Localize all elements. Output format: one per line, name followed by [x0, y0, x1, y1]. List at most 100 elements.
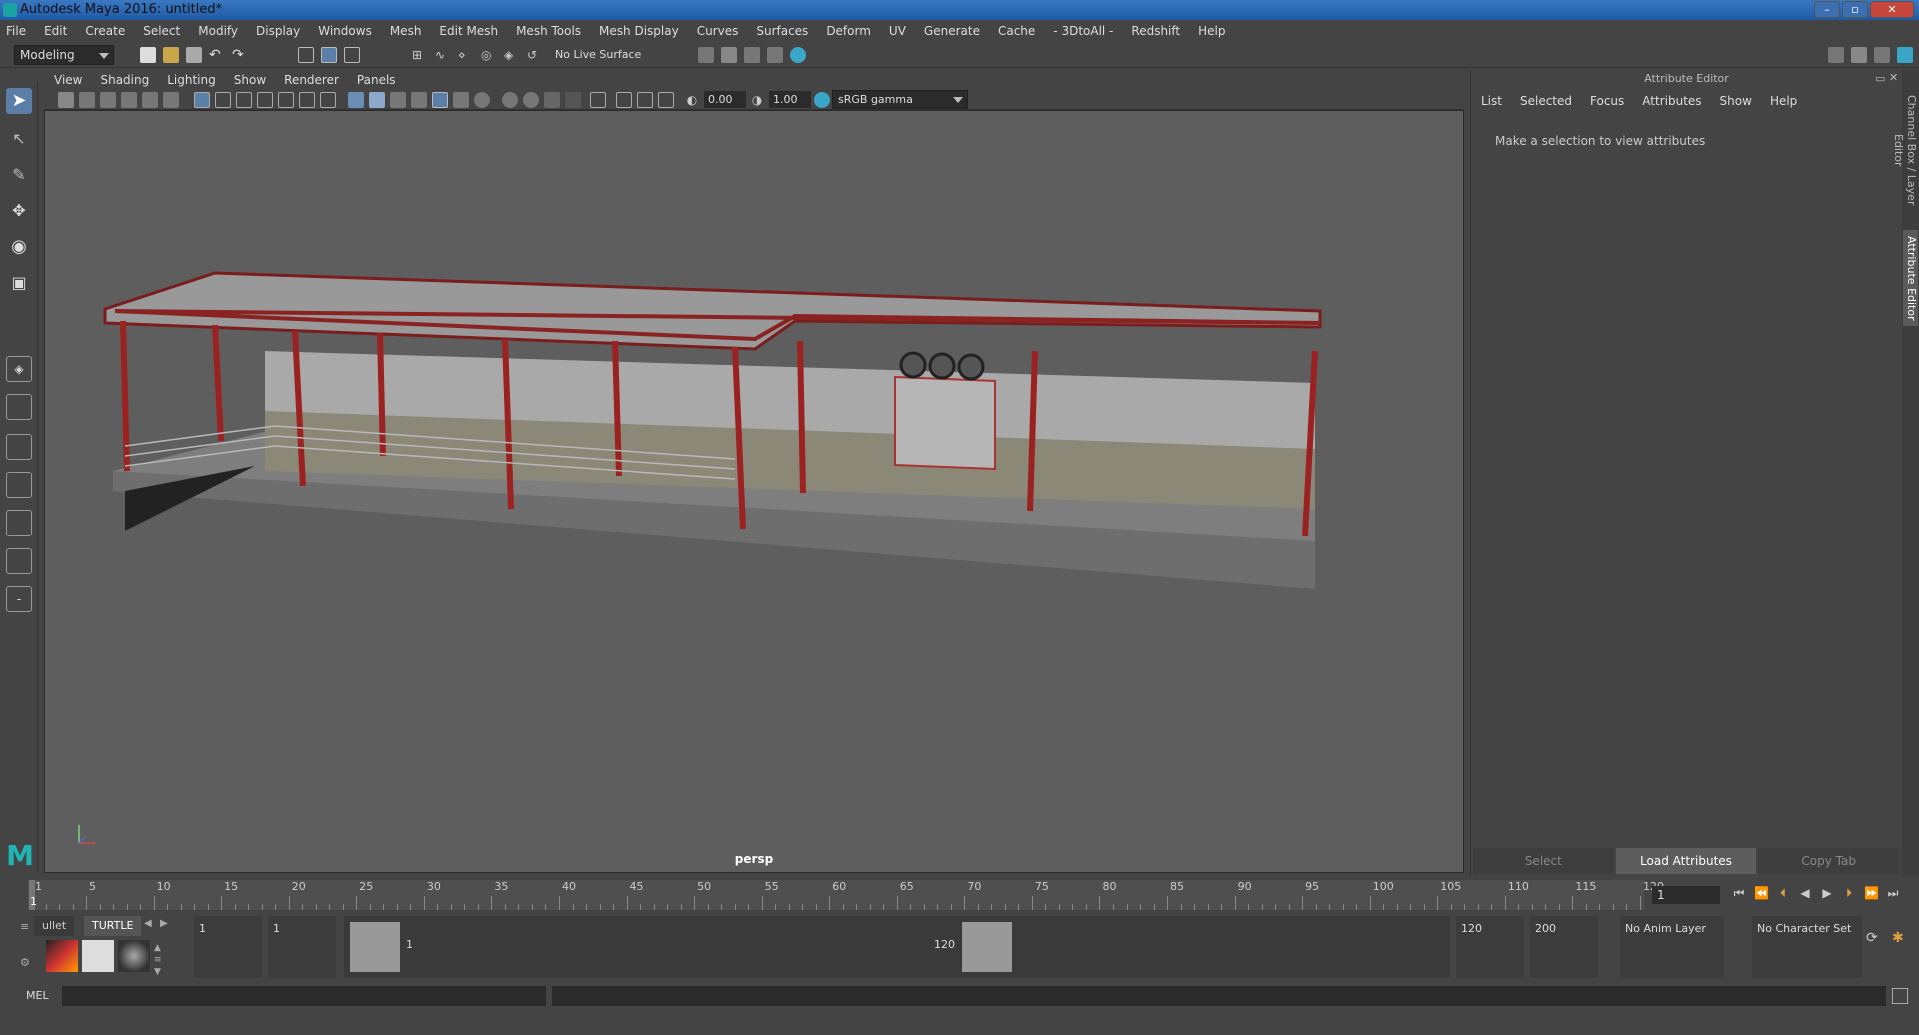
select-component-icon[interactable] — [344, 47, 360, 63]
open-scene-icon[interactable] — [163, 47, 179, 63]
isolate-select-icon[interactable] — [565, 92, 581, 108]
camera-attributes-icon[interactable] — [79, 92, 95, 108]
command-input[interactable] — [62, 986, 546, 1006]
menu-surfaces[interactable]: Surfaces — [756, 24, 808, 38]
xray-icon[interactable] — [590, 92, 606, 108]
view-transform-dropdown[interactable]: sRGB gamma — [832, 90, 968, 109]
menu-create[interactable]: Create — [85, 24, 125, 38]
perspective-viewport[interactable]: persp — [44, 110, 1464, 873]
channel-box-toggle-icon[interactable] — [1897, 47, 1913, 63]
playback-start-field[interactable]: 1 — [268, 916, 336, 978]
time-ruler[interactable]: 1 5 10 15 20 25 30 35 40 45 50 55 60 65 70 75 80 85 90 95 10… — [28, 880, 1664, 910]
safe-action-icon[interactable] — [299, 92, 315, 108]
close-panel-icon[interactable]: ✕ — [1889, 71, 1898, 84]
select-tool-icon[interactable]: ➤ — [6, 88, 32, 114]
render-settings-icon[interactable] — [698, 47, 714, 63]
render-current-icon[interactable] — [744, 47, 760, 63]
step-forward-key-icon[interactable]: ⏵ — [1842, 886, 1856, 902]
gamma-icon[interactable]: ◑ — [749, 92, 765, 108]
single-perspective-layout-icon[interactable]: ◈ — [6, 356, 32, 382]
menu-display[interactable]: Display — [256, 24, 300, 38]
smooth-shade-icon[interactable] — [369, 92, 385, 108]
shed-door[interactable] — [894, 375, 996, 471]
vent-fan-3[interactable] — [957, 353, 985, 381]
menu-generate[interactable]: Generate — [924, 24, 980, 38]
safe-title-icon[interactable] — [320, 92, 336, 108]
channel-box-tab[interactable]: Channel Box / Layer Editor — [1892, 80, 1918, 220]
field-chart-icon[interactable] — [278, 92, 294, 108]
go-to-start-icon[interactable]: ⏮ — [1732, 886, 1746, 902]
select-hierarchy-icon[interactable] — [298, 47, 314, 63]
character-set-dropdown[interactable]: No Character Set — [1752, 916, 1862, 978]
snap-curve-icon[interactable]: ∿ — [435, 47, 451, 63]
grid-toggle-icon[interactable] — [194, 92, 210, 108]
attr-menu-focus[interactable]: Focus — [1590, 94, 1624, 108]
shelf-scroll-right-icon[interactable]: ▶ — [160, 918, 168, 929]
hypershade-icon[interactable] — [790, 47, 806, 63]
outliner-persp-layout-icon[interactable] — [6, 548, 32, 574]
shelf-settings-icon[interactable]: ⚙ — [20, 956, 30, 969]
menu-redshift[interactable]: Redshift — [1131, 24, 1180, 38]
minimize-button[interactable]: – — [1814, 1, 1840, 18]
panel-menu-lighting[interactable]: Lighting — [167, 73, 216, 87]
copy-tab-button[interactable]: Copy Tab — [1758, 848, 1900, 874]
persp-graph-layout-icon[interactable] — [6, 472, 32, 498]
turtle-bake-icon[interactable] — [82, 940, 114, 972]
collapse-toolbox-icon[interactable]: - — [6, 586, 32, 612]
step-back-icon[interactable]: ⏪ — [1754, 886, 1769, 902]
snap-view-plane-icon[interactable]: ◎ — [481, 47, 497, 63]
attr-menu-help[interactable]: Help — [1770, 94, 1797, 108]
attr-menu-list[interactable]: List — [1481, 94, 1502, 108]
gamma-field[interactable]: 1.00 — [769, 91, 811, 108]
image-plane-icon[interactable] — [121, 92, 137, 108]
play-backwards-icon[interactable]: ◀ — [1798, 886, 1812, 902]
select-button[interactable]: Select — [1473, 848, 1614, 874]
motion-blur-icon[interactable] — [502, 92, 518, 108]
use-all-lights-icon[interactable] — [432, 92, 448, 108]
panel-menu-renderer[interactable]: Renderer — [284, 73, 339, 87]
menu-select[interactable]: Select — [143, 24, 180, 38]
menu-windows[interactable]: Windows — [318, 24, 372, 38]
menu-mesh-display[interactable]: Mesh Display — [599, 24, 679, 38]
textured-icon[interactable] — [411, 92, 427, 108]
attr-menu-show[interactable]: Show — [1720, 94, 1752, 108]
vent-fan-2[interactable] — [928, 352, 956, 380]
multisample-aa-icon[interactable] — [523, 92, 539, 108]
panel-menu-view[interactable]: View — [54, 73, 82, 87]
shelf-tab-bullet[interactable]: ullet — [34, 916, 75, 936]
wireframe-icon[interactable] — [348, 92, 364, 108]
new-scene-icon[interactable] — [140, 47, 156, 63]
range-slider-track[interactable]: 1 120 — [344, 916, 1450, 978]
snap-surface-icon[interactable]: ◈ — [504, 47, 520, 63]
current-time-field[interactable]: 1 — [1652, 886, 1720, 904]
menu-edit-mesh[interactable]: Edit Mesh — [439, 24, 498, 38]
range-start-handle[interactable] — [350, 922, 400, 972]
undo-icon[interactable]: ↶ — [209, 47, 225, 63]
menu-curves[interactable]: Curves — [697, 24, 739, 38]
menu-cache[interactable]: Cache — [998, 24, 1035, 38]
persp-outliner-layout-icon[interactable] — [6, 434, 32, 460]
shelf-scroll-icon[interactable]: ▲ ≡ ▼ — [154, 942, 162, 978]
menu-3dtoall[interactable]: - 3DtoAll - — [1053, 24, 1113, 38]
playback-end-field[interactable]: 120 — [1456, 916, 1524, 978]
exposure-icon[interactable]: ◐ — [684, 92, 700, 108]
anim-layer-dropdown[interactable]: No Anim Layer — [1620, 916, 1724, 978]
select-object-icon[interactable] — [321, 47, 337, 63]
shelf-scroll-left-icon[interactable]: ◀ — [144, 918, 152, 929]
play-forwards-icon[interactable]: ▶ — [1820, 886, 1834, 902]
exposure-field[interactable]: 0.00 — [704, 91, 746, 108]
attribute-editor-toggle-icon[interactable] — [1851, 47, 1867, 63]
attr-menu-selected[interactable]: Selected — [1520, 94, 1572, 108]
turtle-sphere-icon[interactable] — [118, 940, 150, 972]
depth-of-field-icon[interactable] — [544, 92, 560, 108]
turtle-render-icon[interactable] — [46, 940, 78, 972]
bookmark-icon[interactable] — [100, 92, 116, 108]
menu-edit[interactable]: Edit — [44, 24, 67, 38]
panel-menu-shading[interactable]: Shading — [100, 73, 149, 87]
load-attributes-button[interactable]: Load Attributes — [1615, 848, 1757, 874]
range-end-handle[interactable] — [962, 922, 1012, 972]
backface-culling-icon[interactable] — [658, 92, 674, 108]
menu-deform[interactable]: Deform — [826, 24, 871, 38]
redo-icon[interactable]: ↷ — [232, 47, 248, 63]
float-panel-icon[interactable]: ▭ — [1875, 72, 1885, 85]
